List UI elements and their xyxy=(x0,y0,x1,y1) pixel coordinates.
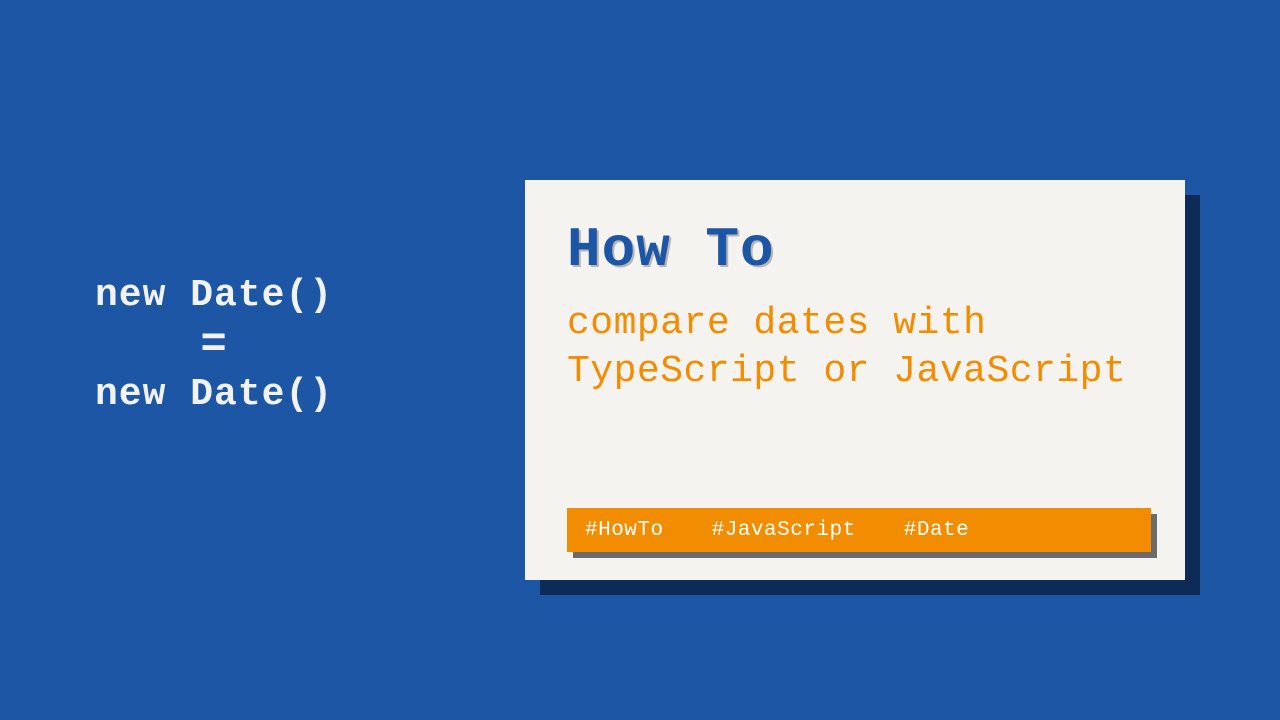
card-subtitle: compare dates with TypeScript or JavaScr… xyxy=(567,300,1143,395)
tag-javascript: #JavaScript xyxy=(712,519,856,542)
title-card: How To compare dates with TypeScript or … xyxy=(525,180,1185,580)
code-equals: = xyxy=(95,323,333,367)
tag-howto: #HowTo xyxy=(585,519,664,542)
code-line-2: new Date() xyxy=(95,369,333,420)
code-line-1: new Date() xyxy=(95,270,333,321)
code-snippet: new Date() = new Date() xyxy=(95,270,333,421)
tags-bar: #HowTo #JavaScript #Date xyxy=(567,508,1151,552)
card-heading: How To xyxy=(567,218,1143,282)
tag-date: #Date xyxy=(904,519,970,542)
